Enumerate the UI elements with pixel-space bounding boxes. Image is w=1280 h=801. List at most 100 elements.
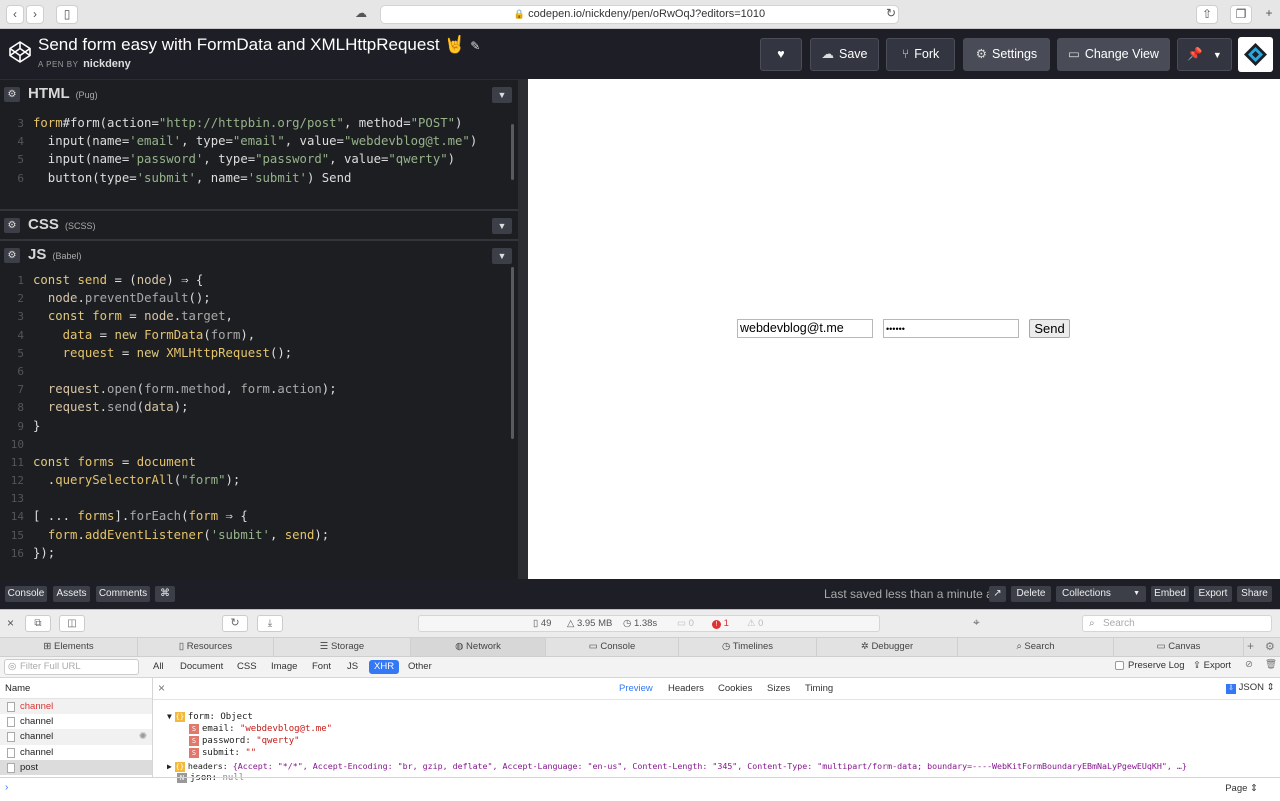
assets-button[interactable]: Assets [53, 586, 90, 602]
tree-key: email: [202, 724, 235, 734]
author-link[interactable]: nickdeny [83, 58, 131, 70]
close-icon[interactable]: × [7, 616, 14, 630]
tree-node-email[interactable]: Semail: "webdevblog@t.me" [189, 723, 332, 735]
edit-pencil-icon[interactable]: ✎ [470, 39, 480, 53]
html-code-editor[interactable]: 3 form#form(action="http://httpbin.org/po… [0, 114, 516, 187]
codepen-logo-icon[interactable] [8, 40, 32, 64]
request-row[interactable]: channel ✺ [0, 729, 152, 745]
tab-elements[interactable]: ⊞ Elements [0, 638, 138, 656]
tab-network[interactable]: ◍ Network [411, 638, 546, 656]
format-select[interactable]: ⇩ JSON ⇕ [1226, 682, 1275, 694]
tab-resources[interactable]: ▯ Resources [138, 638, 274, 656]
close-detail-icon[interactable]: × [158, 681, 165, 695]
download-archive-icon[interactable]: ⤓ [257, 615, 283, 632]
share-button[interactable]: Share [1237, 586, 1272, 602]
embed-button[interactable]: Embed [1151, 586, 1189, 602]
filter-url-input[interactable]: ◎ Filter Full URL [4, 659, 139, 675]
console-scope-select[interactable]: Page ⇕ [1225, 783, 1258, 794]
filter-url-placeholder: Filter Full URL [20, 661, 81, 672]
request-row[interactable]: channel [0, 745, 152, 760]
detail-tab-cookies[interactable]: Cookies [718, 683, 752, 694]
email-field[interactable]: webdevblog@t.me [737, 319, 873, 338]
export-button[interactable]: Export [1194, 586, 1232, 602]
keyboard-shortcuts-button[interactable]: ⌘ [155, 586, 175, 602]
tree-node-form[interactable]: ▼{} form: Object [167, 711, 253, 723]
back-button[interactable]: ‹ [6, 5, 24, 24]
quick-console[interactable]: › Page ⇕ [0, 777, 1280, 801]
disable-cache-icon[interactable]: ⊘ [1245, 659, 1253, 670]
tab-debugger[interactable]: ✲ Debugger [817, 638, 958, 656]
password-field[interactable]: •••••• [883, 319, 1019, 338]
request-row[interactable]: channel [0, 714, 152, 729]
tab-canvas[interactable]: ▭ Canvas [1114, 638, 1244, 656]
html-collapse-chevron-icon[interactable]: ▼ [492, 87, 512, 103]
detail-tab-headers[interactable]: Headers [668, 683, 704, 694]
tab-console[interactable]: ▭ Console [546, 638, 679, 656]
filter-all[interactable]: All [148, 660, 169, 674]
css-settings-gear-icon[interactable]: ⚙ [4, 218, 20, 233]
command-icon: ⌘ [160, 588, 170, 599]
html-settings-gear-icon[interactable]: ⚙ [4, 87, 20, 102]
delete-button[interactable]: Delete [1011, 586, 1051, 602]
request-row[interactable]: channel [0, 699, 152, 715]
pane-resize-divider[interactable] [518, 79, 528, 579]
pin-button[interactable]: 📌 ▼ [1177, 38, 1232, 71]
js-code-editor[interactable]: 1 const send = (node) ⇒ { 2 node.preventD… [0, 271, 516, 562]
tabs-overview-icon[interactable]: ❐ [1230, 5, 1252, 24]
filter-image[interactable]: Image [266, 660, 302, 674]
change-view-button[interactable]: ▭ Change View [1057, 38, 1170, 71]
url-bar[interactable]: 🔒 codepen.io/nickdeny/pen/oRwOqJ?editors… [380, 5, 899, 24]
inspector-dashboard[interactable]: ▯ 49 △ 3.95 MB ◷ 1.38s ▭ 0 ! 1 ⚠ 0 [418, 615, 880, 632]
request-row-selected[interactable]: post [0, 759, 152, 775]
css-collapse-chevron-icon[interactable]: ▼ [492, 218, 512, 234]
export-har-button[interactable]: ⇪ Export [1193, 660, 1231, 671]
tab-storage[interactable]: ☰ Storage [274, 638, 411, 656]
reload-page-icon[interactable]: ↻ [222, 615, 248, 632]
undock-icon[interactable]: ⧉ [25, 615, 51, 632]
detail-tab-sizes[interactable]: Sizes [767, 683, 790, 694]
preserve-log-checkbox[interactable] [1115, 661, 1124, 670]
heart-button[interactable]: ♥ [760, 38, 802, 71]
tab-search[interactable]: ⌕ Search [958, 638, 1114, 656]
fork-button[interactable]: ⑂ Fork [886, 38, 955, 71]
clear-log-icon[interactable]: 🗑 [1265, 659, 1277, 670]
js-collapse-chevron-icon[interactable]: ▼ [492, 248, 512, 264]
inspector-settings-gear-icon[interactable]: ⚙ [1265, 640, 1275, 653]
sidebar-toggle-button[interactable]: ▯ [56, 5, 78, 24]
js-editor-scrollbar[interactable] [511, 267, 514, 439]
new-tab-icon[interactable]: + [1262, 5, 1276, 24]
reload-icon[interactable]: ↻ [884, 5, 898, 24]
collections-dropdown[interactable]: Collections ▼ [1056, 586, 1146, 602]
console-button[interactable]: Console [5, 586, 47, 602]
tree-node-headers[interactable]: ▶{} headers: {Accept: "*/*", Accept-Encod… [167, 760, 1187, 772]
html-editor-scrollbar[interactable] [511, 124, 514, 180]
icloud-tabs-icon[interactable]: ☁ [348, 5, 374, 24]
detail-tab-timing[interactable]: Timing [805, 683, 833, 694]
user-avatar[interactable] [1238, 37, 1273, 72]
add-tab-icon[interactable]: + [1247, 639, 1254, 653]
filter-document[interactable]: Document [175, 660, 228, 674]
filter-js[interactable]: JS [342, 660, 363, 674]
filter-font[interactable]: Font [307, 660, 336, 674]
filter-other[interactable]: Other [403, 660, 437, 674]
dock-side-icon[interactable]: ◫ [59, 615, 85, 632]
filter-xhr[interactable]: XHR [369, 660, 400, 674]
settings-button[interactable]: ⚙ Settings [963, 38, 1050, 71]
share-icon[interactable]: ⇧ [1196, 5, 1218, 24]
inspector-search-input[interactable]: ⌕ Search [1082, 615, 1272, 632]
code-line: 3 const form = node.target, [17, 309, 233, 324]
filter-css[interactable]: CSS [232, 660, 262, 674]
crosshair-icon[interactable]: ⌖ [973, 615, 989, 632]
tree-node-password[interactable]: Spassword: "qwerty" [189, 735, 300, 747]
tree-node-submit[interactable]: Ssubmit: "" [189, 747, 256, 759]
request-name: channel [20, 731, 54, 743]
forward-button[interactable]: › [26, 5, 44, 24]
send-button[interactable]: Send [1029, 319, 1070, 338]
open-external-icon[interactable]: ↗ [989, 586, 1006, 602]
js-settings-gear-icon[interactable]: ⚙ [4, 248, 20, 263]
warnings-count: ⚠ 0 [747, 616, 763, 631]
comments-button[interactable]: Comments [96, 586, 150, 602]
save-button[interactable]: ☁ Save [810, 38, 879, 71]
tab-timelines[interactable]: ◷ Timelines [679, 638, 817, 656]
detail-tab-preview[interactable]: Preview [619, 683, 653, 694]
